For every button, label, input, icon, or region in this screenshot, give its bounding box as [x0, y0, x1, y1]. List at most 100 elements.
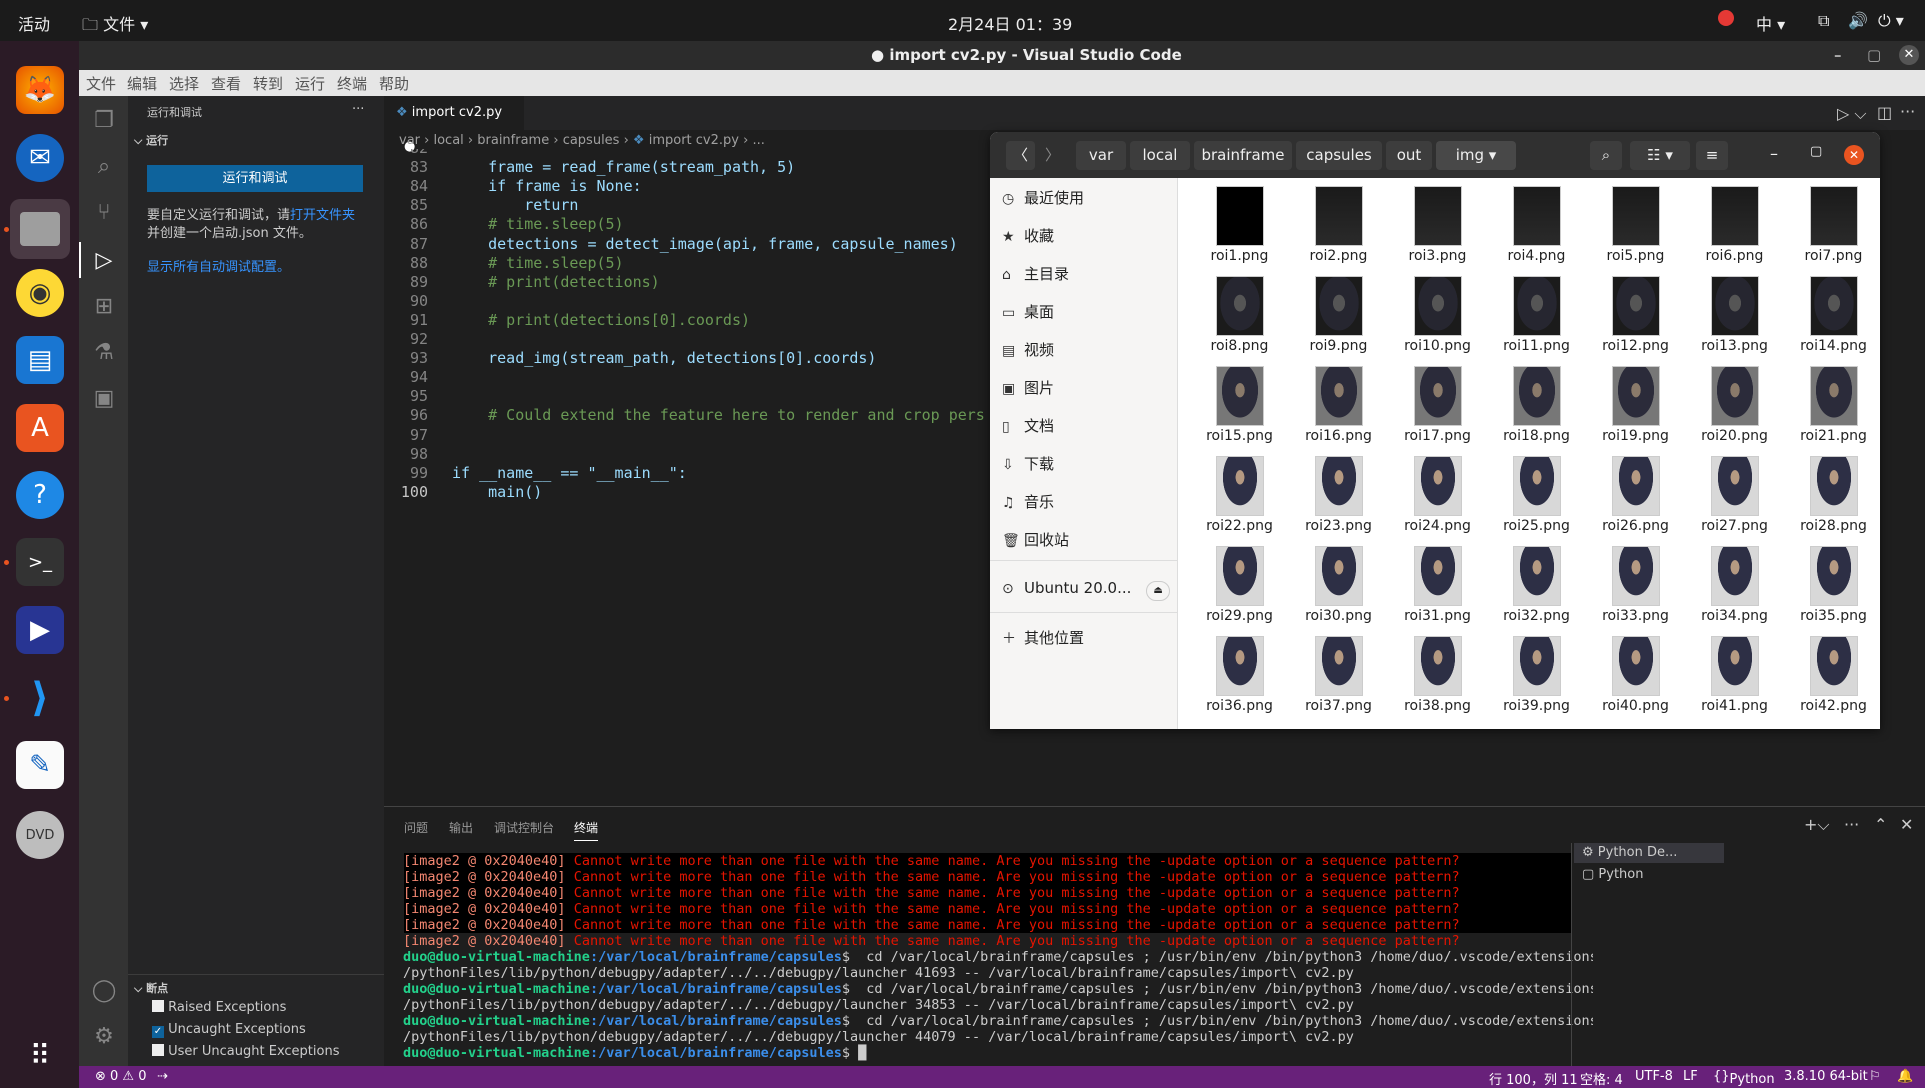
file-item[interactable]: roi17.png: [1388, 362, 1487, 452]
tab-problems[interactable]: 问题: [404, 819, 428, 836]
place-item[interactable]: ★ 收藏: [1002, 224, 1054, 248]
file-item[interactable]: roi6.png: [1685, 182, 1784, 272]
menu-file[interactable]: 文件: [86, 73, 116, 94]
place-item[interactable]: ⇩ 下载: [1002, 452, 1054, 476]
file-item[interactable]: roi32.png: [1487, 542, 1586, 632]
source-control-icon[interactable]: ⑂: [91, 200, 117, 226]
vscode-icon[interactable]: ⟩: [16, 674, 64, 722]
software-icon[interactable]: A: [16, 404, 64, 452]
file-item[interactable]: roi42.png: [1784, 632, 1880, 722]
files-minimize-button[interactable]: –: [1770, 144, 1778, 163]
place-item[interactable]: ▤ 视频: [1002, 338, 1054, 362]
file-item[interactable]: roi40.png: [1586, 632, 1685, 722]
file-item[interactable]: roi28.png: [1784, 452, 1880, 542]
menu-edit[interactable]: 编辑: [127, 73, 157, 94]
menu-selection[interactable]: 选择: [169, 73, 199, 94]
file-item[interactable]: roi13.png: [1685, 272, 1784, 362]
file-item[interactable]: roi14.png: [1784, 272, 1880, 362]
code-line[interactable]: 88 # time.sleep(5): [384, 254, 984, 273]
interpreter[interactable]: 3.8.10 64-bit: [1784, 1069, 1868, 1084]
menu-terminal[interactable]: 终端: [337, 73, 367, 94]
remote-explorer-icon[interactable]: ▣: [91, 386, 117, 412]
file-item[interactable]: roi31.png: [1388, 542, 1487, 632]
file-item[interactable]: roi5.png: [1586, 182, 1685, 272]
accounts-icon[interactable]: ◯: [91, 978, 117, 1004]
sidebar-more-button[interactable]: ···: [352, 102, 364, 117]
path-capsules[interactable]: capsules: [1296, 141, 1382, 170]
editor-more-icon[interactable]: ···: [1900, 102, 1915, 121]
run-section-header[interactable]: ⌵ 运行: [134, 132, 168, 148]
file-item[interactable]: roi1.png: [1190, 182, 1289, 272]
minimize-button[interactable]: –: [1834, 46, 1842, 64]
code-line[interactable]: 83 frame = read_frame(stream_path, 5): [384, 158, 984, 177]
file-item[interactable]: roi30.png: [1289, 542, 1388, 632]
file-item[interactable]: roi8.png: [1190, 272, 1289, 362]
breakpoint-user-uncaught[interactable]: User Uncaught Exceptions: [152, 1044, 339, 1059]
code-line[interactable]: 95: [384, 387, 984, 406]
menu-run[interactable]: 运行: [295, 73, 325, 94]
code-line[interactable]: 86 # time.sleep(5): [384, 215, 984, 234]
thunderbird-icon[interactable]: ✉: [16, 134, 64, 182]
rhythmbox-icon[interactable]: ◉: [16, 269, 64, 317]
code-line[interactable]: 92: [384, 330, 984, 349]
files-search-icon[interactable]: ⌕: [1590, 141, 1622, 170]
code-line[interactable]: 94: [384, 368, 984, 387]
files-maximize-button[interactable]: ▢: [1810, 144, 1822, 159]
breadcrumb-item[interactable]: capsules: [563, 133, 620, 148]
terminal-icon[interactable]: >_: [16, 538, 64, 586]
file-item[interactable]: roi34.png: [1685, 542, 1784, 632]
file-item[interactable]: roi22.png: [1190, 452, 1289, 542]
run-debug-icon[interactable]: ▷: [91, 248, 117, 274]
breakpoint-raised[interactable]: Raised Exceptions: [152, 1000, 286, 1015]
file-item[interactable]: roi41.png: [1685, 632, 1784, 722]
code-line[interactable]: 87 detections = detect_image(api, frame,…: [384, 235, 984, 254]
checkbox[interactable]: [152, 1044, 164, 1056]
path-img[interactable]: img ▾: [1436, 141, 1516, 170]
firefox-icon[interactable]: 🦊: [16, 66, 64, 114]
run-file-icon[interactable]: ▷ ⌵: [1837, 104, 1867, 124]
clock[interactable]: 2月24日 01：39: [948, 11, 1072, 35]
code-line[interactable]: 93 read_img(stream_path, detections[0].c…: [384, 349, 984, 368]
path-var[interactable]: var: [1076, 141, 1126, 170]
code-line[interactable]: 90: [384, 292, 984, 311]
file-item[interactable]: roi36.png: [1190, 632, 1289, 722]
panel-more-icon[interactable]: ···: [1844, 815, 1859, 834]
file-item[interactable]: roi9.png: [1289, 272, 1388, 362]
file-item[interactable]: roi15.png: [1190, 362, 1289, 452]
eject-icon[interactable]: ⏏: [1146, 581, 1171, 601]
code-line[interactable]: 82: [384, 149, 984, 158]
run-and-debug-button[interactable]: 运行和调试: [147, 165, 363, 192]
record-icon[interactable]: [1718, 10, 1734, 26]
app-menu[interactable]: 🗀 文件 ▾: [82, 11, 148, 41]
open-folder-link[interactable]: 打开文件夹: [290, 208, 355, 223]
file-item[interactable]: roi29.png: [1190, 542, 1289, 632]
file-item[interactable]: roi20.png: [1685, 362, 1784, 452]
cursor-position[interactable]: 行 100，列 11: [1489, 1069, 1578, 1088]
file-item[interactable]: roi37.png: [1289, 632, 1388, 722]
search-icon[interactable]: ⌕: [91, 154, 117, 180]
file-item[interactable]: roi2.png: [1289, 182, 1388, 272]
notifications-icon[interactable]: ⚐: [1869, 1069, 1881, 1084]
place-item[interactable]: ♫ 音乐: [1002, 490, 1054, 514]
code-line[interactable]: 100 main(): [384, 483, 984, 502]
checkbox-checked[interactable]: ✓: [152, 1026, 164, 1038]
breakpoint-uncaught[interactable]: ✓ Uncaught Exceptions: [152, 1022, 306, 1038]
live-share-icon[interactable]: ⇢: [157, 1069, 168, 1084]
file-item[interactable]: roi33.png: [1586, 542, 1685, 632]
menu-go[interactable]: 转到: [253, 73, 283, 94]
file-item[interactable]: roi21.png: [1784, 362, 1880, 452]
breadcrumb-item[interactable]: var: [399, 133, 420, 148]
tab-import-cv2[interactable]: ❖ import cv2.py ●: [384, 96, 524, 154]
hamburger-menu-icon[interactable]: ≡: [1696, 141, 1728, 170]
file-item[interactable]: roi24.png: [1388, 452, 1487, 542]
show-all-configs-link[interactable]: 显示所有自动调试配置。: [147, 256, 290, 275]
code-line[interactable]: 91 # print(detections[0].coords): [384, 311, 984, 330]
problems-status[interactable]: ⊗ 0 ⚠ 0: [95, 1069, 147, 1084]
path-brainframe[interactable]: brainframe: [1194, 141, 1292, 170]
file-item[interactable]: roi27.png: [1685, 452, 1784, 542]
code-line[interactable]: 84 if frame is None:: [384, 177, 984, 196]
bell-icon[interactable]: 🔔: [1897, 1069, 1913, 1084]
file-item[interactable]: roi39.png: [1487, 632, 1586, 722]
place-item[interactable]: ◷ 最近使用: [1002, 186, 1084, 210]
explorer-icon[interactable]: ❐: [91, 108, 117, 134]
